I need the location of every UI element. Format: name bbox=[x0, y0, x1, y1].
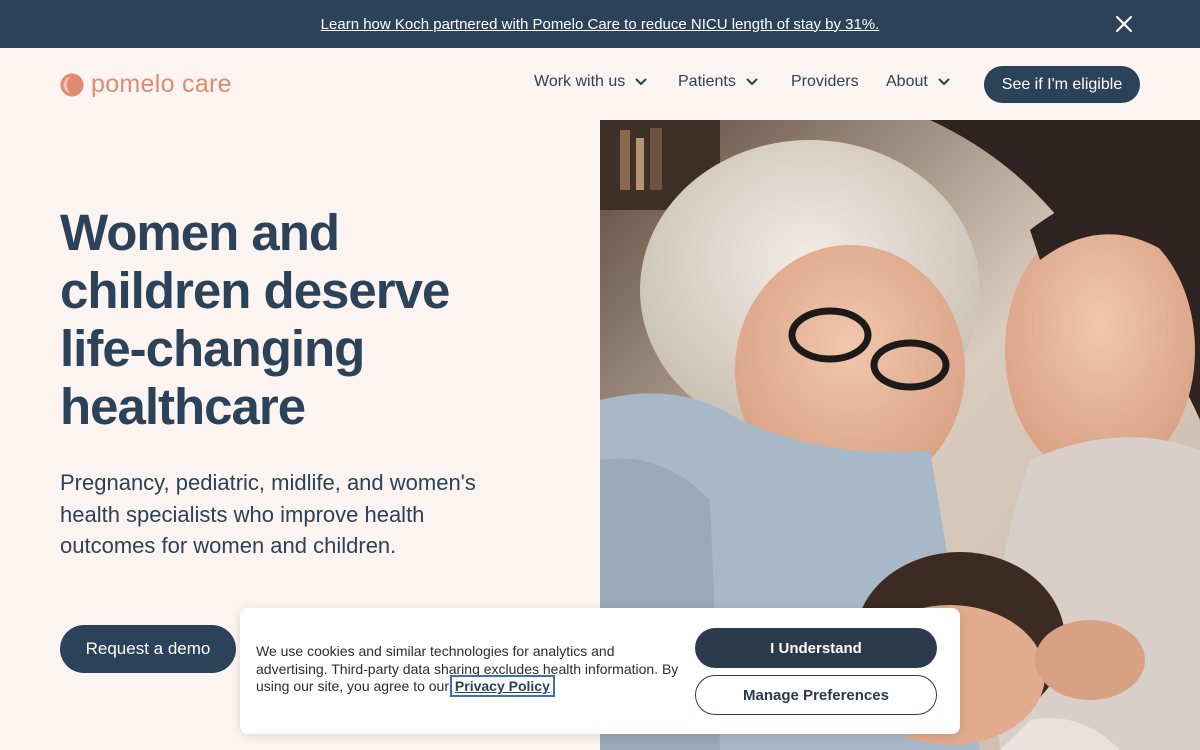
announcement-link[interactable]: Learn how Koch partnered with Pomelo Car… bbox=[321, 16, 880, 33]
announcement-banner: Learn how Koch partnered with Pomelo Car… bbox=[0, 0, 1200, 48]
request-demo-button[interactable]: Request a demo bbox=[60, 625, 236, 673]
cookie-text: We use cookies and similar technologies … bbox=[256, 643, 686, 697]
nav-item-label: About bbox=[886, 73, 928, 90]
nav-item-about[interactable]: About bbox=[886, 73, 950, 91]
logo[interactable]: pomelo care bbox=[60, 70, 232, 99]
manage-preferences-button[interactable]: Manage Preferences bbox=[695, 675, 937, 715]
nav-item-patients[interactable]: Patients bbox=[678, 73, 758, 91]
close-icon[interactable] bbox=[1114, 14, 1134, 34]
nav-item-label: Work with us bbox=[534, 73, 626, 90]
logo-text: pomelo care bbox=[91, 70, 232, 98]
accept-cookies-button[interactable]: I Understand bbox=[695, 628, 937, 668]
nav-item-label: Patients bbox=[678, 73, 736, 90]
nav-item-label: Providers bbox=[791, 73, 859, 90]
main-nav: pomelo care Work with us Patients Provid… bbox=[0, 48, 1200, 120]
nav-item-providers[interactable]: Providers bbox=[791, 73, 859, 91]
hero-title: Women and children deserve life-changing… bbox=[60, 204, 450, 435]
hero-subtitle: Pregnancy, pediatric, midlife, and women… bbox=[60, 470, 476, 558]
privacy-policy-link[interactable]: Privacy Policy bbox=[449, 675, 555, 697]
eligibility-button[interactable]: See if I'm eligible bbox=[984, 66, 1140, 103]
chevron-down-icon bbox=[635, 78, 647, 85]
chevron-down-icon bbox=[938, 78, 950, 85]
chevron-down-icon bbox=[746, 78, 758, 85]
pomelo-logo-icon bbox=[60, 73, 84, 96]
cookie-banner: We use cookies and similar technologies … bbox=[240, 608, 960, 734]
nav-item-work-with-us[interactable]: Work with us bbox=[534, 73, 647, 91]
